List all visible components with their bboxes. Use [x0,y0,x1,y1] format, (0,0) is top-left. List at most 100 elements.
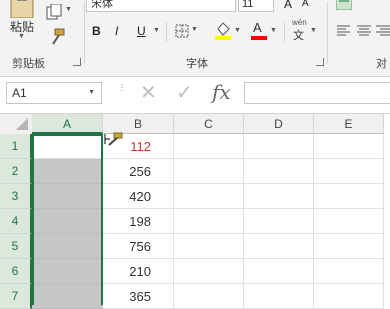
clipboard-dialog-launcher-icon[interactable] [73,58,81,66]
phonetic-caret-icon: ▼ [310,27,317,34]
borders-caret-icon: ▼ [191,26,198,33]
name-box-caret-icon[interactable]: ▼ [88,83,95,103]
cell-a6[interactable] [32,259,103,284]
cell-d7[interactable] [244,284,314,309]
cell-a5[interactable] [32,234,103,259]
cell-a4[interactable] [32,209,103,234]
name-box[interactable]: A1 ▼ [6,82,102,104]
cell-c1[interactable] [174,134,244,159]
row-header-7[interactable]: 7 [0,284,32,309]
cell-b2[interactable]: 256 [103,159,174,184]
paste-button[interactable]: 粘贴 ▼ [2,0,42,46]
font-size-box[interactable]: 11 [238,0,274,12]
column-header-b[interactable]: B [103,114,174,134]
format-painter-button[interactable] [48,28,70,46]
cell-c3[interactable] [174,184,244,209]
row-header-3[interactable]: 3 [0,184,32,209]
align-top-icon [339,0,349,2]
row-header-2[interactable]: 2 [0,159,32,184]
cell-a7[interactable] [32,284,103,309]
cell-e3[interactable] [314,184,384,209]
name-box-value: A1 [12,86,27,100]
cell-d3[interactable] [244,184,314,209]
cell-c2[interactable] [174,159,244,184]
cell-d6[interactable] [244,259,314,284]
cell-e2[interactable] [314,159,384,184]
cell-d4[interactable] [244,209,314,234]
clipboard-group-label: 剪贴板 [12,57,45,70]
cell-a3[interactable] [32,184,103,209]
underline-caret-icon[interactable]: ▼ [153,27,160,34]
font-color-button[interactable]: A ▼ [250,20,280,42]
ribbon: 粘贴 ▼ ▼ 剪贴板 宋体 11 A A B I U ▼ ▼ ▼ A ▼ wén… [0,0,390,77]
cell-d1[interactable] [244,134,314,159]
cell-e1[interactable] [314,134,384,159]
decrease-font-size-button[interactable]: A [302,0,309,12]
ribbon-separator [284,22,285,42]
cell-e6[interactable] [314,259,384,284]
column-header-c[interactable]: C [174,114,244,134]
align-right-button[interactable] [376,24,390,38]
copy-button[interactable]: ▼ [46,3,74,24]
formula-input[interactable] [244,82,390,104]
row-header-5[interactable]: 5 [0,234,32,259]
cell-a2[interactable] [32,159,103,184]
cell-b6[interactable]: 210 [103,259,174,284]
italic-button[interactable]: I [115,23,118,39]
cell-c4[interactable] [174,209,244,234]
cell-e7[interactable] [314,284,384,309]
borders-icon [175,24,189,38]
font-color-swatch [251,36,267,40]
increase-font-size-button[interactable]: A [284,0,292,12]
align-right-icon [376,25,390,36]
phonetic-guide-button[interactable]: wén 文 ▼ [290,18,320,44]
column-header-e[interactable]: E [314,114,384,134]
cell-e4[interactable] [314,209,384,234]
cell-b4[interactable]: 198 [103,209,174,234]
cell-c6[interactable] [174,259,244,284]
fill-color-button[interactable]: ▼ [214,20,244,42]
align-center-icon [357,25,371,36]
copy-icon [46,3,62,20]
paste-caret-icon[interactable]: ▼ [18,33,25,40]
cell-e5[interactable] [314,234,384,259]
align-center-button[interactable] [356,24,372,38]
align-top-button[interactable] [336,0,352,10]
bold-button[interactable]: B [92,23,101,39]
font-dialog-launcher-icon[interactable] [316,58,324,66]
cell-c5[interactable] [174,234,244,259]
confirm-entry-button[interactable]: ✓ [176,80,193,105]
insert-function-button[interactable]: fx [212,80,231,104]
cell-a1[interactable] [32,134,103,159]
copy-caret-icon: ▼ [65,6,72,13]
row-header-6[interactable]: 6 [0,259,32,284]
column-header-d[interactable]: D [244,114,314,134]
align-left-button[interactable] [336,24,352,38]
select-all-corner[interactable] [0,114,33,135]
cell-c7[interactable] [174,284,244,309]
font-name-box[interactable]: 宋体 [86,0,236,12]
row-header-4[interactable]: 4 [0,209,32,234]
row-header-1[interactable]: 1 [0,134,32,159]
phonetic-wen-label: wén [292,18,307,27]
ribbon-separator [327,2,328,64]
cell-d5[interactable] [244,234,314,259]
cell-b5[interactable]: 756 [103,234,174,259]
select-all-triangle-icon [16,118,28,130]
paint-bucket-icon [215,22,231,40]
formula-bar-grip-icon[interactable]: ⋮ [118,84,126,100]
borders-button[interactable]: ▼ [175,24,205,40]
column-header-a[interactable]: A [32,114,103,134]
phonetic-wen-char: 文 [293,29,304,42]
align-left-icon [337,25,350,36]
font-color-letter: A [253,20,262,35]
format-painter-cursor-icon [104,132,124,146]
cancel-entry-button[interactable]: ✕ [140,80,157,105]
alignment-group-label: 对 [376,57,387,70]
clipboard-icon [10,0,34,18]
underline-button[interactable]: U [137,23,146,39]
cell-b7[interactable]: 365 [103,284,174,309]
cell-b3[interactable]: 420 [103,184,174,209]
cell-d2[interactable] [244,159,314,184]
font-color-caret-icon: ▼ [270,27,277,34]
